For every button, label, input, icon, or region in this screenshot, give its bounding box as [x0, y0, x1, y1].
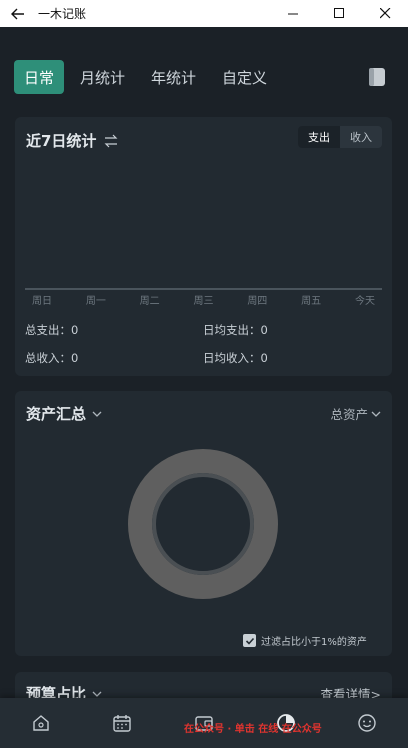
back-arrow-icon [11, 8, 24, 19]
account-book-icon[interactable] [366, 66, 388, 88]
toggle-expense[interactable]: 支出 [298, 126, 340, 148]
back-button[interactable] [0, 0, 36, 27]
stats-title: 近7日统计 [26, 130, 118, 151]
expense-income-toggle: 支出 收入 [298, 126, 382, 148]
swap-icon[interactable] [104, 134, 118, 148]
checkmark-icon [245, 637, 254, 645]
period-tabs: 日常 月统计 年统计 自定义 [14, 59, 283, 95]
chart-day-labels: 周日 周一 周二 周三 周四 周五 今天 [25, 292, 382, 307]
day-label: 周三 [193, 296, 214, 307]
nav-home[interactable] [21, 703, 61, 743]
total-income-value: 0 [71, 351, 79, 365]
tab-daily[interactable]: 日常 [14, 60, 65, 94]
minimize-icon [287, 13, 298, 15]
watermark: 在公众号 · 单击 在线 在公众号 [184, 724, 322, 735]
assets-donut-chart [128, 449, 278, 599]
avg-income-value: 0 [260, 351, 268, 365]
tab-custom[interactable]: 自定义 [212, 60, 277, 94]
assets-title-text: 资产汇总 [26, 405, 87, 423]
asset-type-dropdown[interactable]: 总资产 [330, 404, 381, 423]
assets-summary-card: 资产汇总 总资产 过滤占比小于1%的资产 [15, 391, 392, 656]
total-expense-label: 总支出： [25, 323, 71, 337]
close-button[interactable] [362, 0, 408, 27]
tab-monthly[interactable]: 月统计 [70, 60, 135, 94]
avg-income: 日均收入：0 [203, 350, 268, 366]
maximize-button[interactable] [316, 0, 362, 27]
assets-title[interactable]: 资产汇总 [26, 403, 102, 424]
asset-type-label: 总资产 [330, 407, 368, 422]
chevron-down-icon [92, 411, 102, 417]
donut-ring [128, 449, 278, 599]
filter-checkbox[interactable] [243, 634, 256, 647]
donut-inner-edge [152, 473, 254, 575]
close-icon [379, 8, 390, 19]
day-label: 今天 [354, 296, 375, 307]
chevron-down-icon [371, 411, 381, 417]
avg-expense-label: 日均支出： [203, 323, 261, 337]
avg-expense: 日均支出：0 [203, 322, 268, 338]
avg-income-label: 日均收入： [203, 351, 261, 365]
window-title: 一木记账 [38, 7, 87, 21]
day-label: 周五 [301, 296, 322, 307]
title-bar: 一木记账 [0, 0, 408, 27]
chevron-down-icon [92, 691, 102, 697]
day-label: 周二 [139, 296, 160, 307]
toggle-income[interactable]: 收入 [340, 126, 382, 148]
total-income: 总收入：0 [25, 350, 78, 366]
total-expense: 总支出：0 [25, 322, 78, 338]
weekly-stats-card: 近7日统计 支出 收入 周日 周一 周二 周三 周四 周五 今天 总支出：0 日… [15, 117, 392, 376]
nav-profile[interactable] [347, 703, 387, 743]
tab-yearly[interactable]: 年统计 [141, 60, 206, 94]
day-label: 周一 [85, 296, 106, 307]
day-label: 周四 [247, 296, 268, 307]
total-income-label: 总收入： [25, 351, 71, 365]
nav-calendar[interactable] [102, 703, 142, 743]
maximize-icon [333, 8, 344, 18]
total-expense-value: 0 [71, 323, 79, 337]
smile-icon [358, 714, 376, 732]
minimize-button[interactable] [270, 0, 316, 27]
stats-title-text: 近7日统计 [26, 132, 97, 150]
day-label: 周日 [32, 296, 52, 307]
filter-label: 过滤占比小于1%的资产 [261, 637, 367, 648]
home-icon [33, 715, 49, 731]
calendar-icon [113, 715, 132, 732]
avg-expense-value: 0 [260, 323, 268, 337]
filter-small-assets[interactable]: 过滤占比小于1%的资产 [243, 633, 367, 648]
